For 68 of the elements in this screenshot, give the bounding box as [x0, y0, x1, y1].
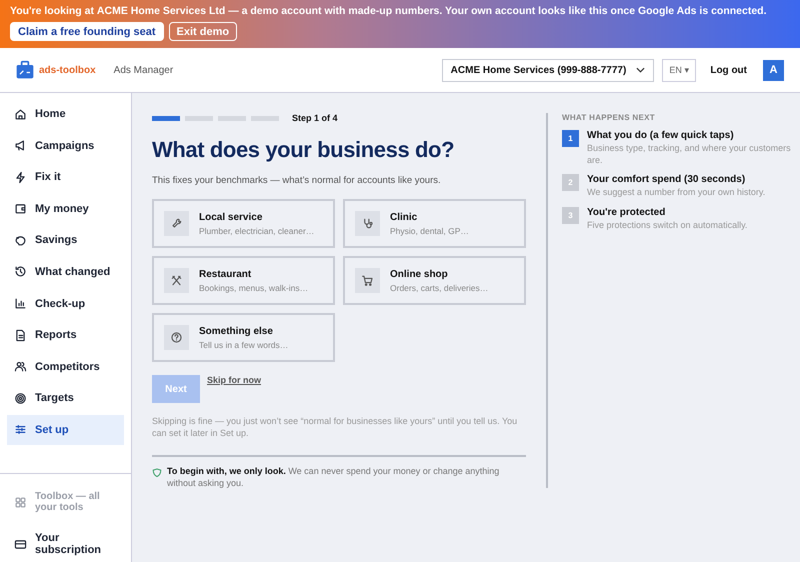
sidebar-item[interactable]: Campaigns — [7, 130, 124, 161]
sidebar-item[interactable]: Savings — [7, 225, 124, 256]
option-title: Online shop — [390, 268, 449, 280]
logo-text: ads-toolbox — [39, 64, 96, 76]
step-title: Your comfort spend (30 seconds) — [587, 174, 746, 186]
option-hint: Bookings, menus, walk-ins… — [199, 282, 308, 292]
sidebar-item[interactable]: Set up — [7, 414, 124, 445]
card-icon — [14, 538, 27, 550]
business-type-option[interactable]: Clinic Physio, dental, GP… — [343, 199, 526, 248]
sidebar-item[interactable]: Home — [7, 99, 124, 129]
cart-icon — [355, 268, 380, 293]
option-hint: Physio, dental, GP… — [390, 226, 469, 236]
business-type-option[interactable]: Something else Tell us in a few words… — [152, 313, 335, 362]
skip-link[interactable]: Skip for now — [207, 375, 261, 385]
people-icon — [14, 360, 27, 374]
option-hint: Plumber, electrician, cleaner… — [199, 226, 314, 236]
panel-heading: WHAT HAPPENS NEXT — [562, 113, 656, 122]
grid-icon — [14, 496, 27, 508]
wrench-icon — [164, 211, 189, 236]
bar-chart-icon — [14, 297, 27, 310]
question-icon — [164, 325, 189, 350]
sidebar-item[interactable]: Check-up — [7, 288, 124, 319]
sidebar-item[interactable]: Reports — [7, 320, 124, 350]
sliders-icon — [14, 423, 27, 436]
business-type-option[interactable]: Online shop Orders, carts, deliveries… — [343, 256, 526, 305]
business-type-option[interactable]: Restaurant Bookings, menus, walk-ins… — [152, 256, 335, 305]
claim-seat-button[interactable]: Claim a free founding seat — [10, 22, 164, 41]
step-number: 1 — [562, 130, 579, 147]
target-icon — [14, 392, 27, 405]
language-dropdown[interactable]: EN ▾ — [662, 58, 696, 82]
shield-icon — [152, 468, 162, 478]
sidebar-item[interactable]: My money — [7, 194, 124, 224]
step-description: Business type, tracking, and where your customers are. — [587, 143, 792, 166]
sidebar-item[interactable]: Competitors — [7, 352, 124, 382]
chevron-down-icon — [636, 67, 646, 73]
sidebar-item[interactable]: What changed — [7, 256, 124, 287]
sidebar-item[interactable]: Fix it — [7, 162, 124, 192]
account-dropdown[interactable]: ACME Home Services (999-888-7777) — [442, 58, 654, 82]
skip-note: Skipping is fine — you just won’t see “normal for businesses like yours” until you tell us. You can set it later in Set up. — [152, 415, 518, 440]
step-title: You're protected — [587, 207, 666, 218]
toolbox-icon — [15, 60, 35, 80]
option-title: Restaurant — [199, 268, 252, 280]
option-hint: Tell us in a few words… — [199, 340, 288, 350]
step-description: We suggest a number from your own history. — [587, 187, 766, 200]
option-title: Local service — [199, 212, 264, 222]
sidebar-item[interactable]: Targets — [7, 383, 124, 414]
business-type-option[interactable]: Local service Plumber, electrician, cleaner… — [152, 199, 335, 248]
home-icon — [14, 108, 27, 120]
page-subtitle: This fixes your benchmarks — what’s normal for accounts like yours. — [152, 175, 442, 186]
reassurance-text: To begin with, we only look. We can never spend your money or change anything without asking you. — [167, 465, 500, 490]
demo-message: You're looking at ACME Home Services Ltd — a demo account with made-up numbers. Your own account looks like this once Google Ads is connected. — [10, 5, 768, 17]
document-icon — [14, 328, 27, 342]
step-description: Five protections switch on automatically. — [587, 220, 748, 232]
product-name: Ads Manager — [114, 64, 174, 76]
option-hint: Orders, carts, deliveries… — [390, 282, 488, 292]
history-icon — [14, 265, 27, 278]
sidebar-item[interactable]: Your subscription — [7, 526, 124, 562]
wallet-icon — [14, 202, 27, 216]
user-avatar[interactable]: A — [763, 60, 784, 80]
option-title: Something else — [199, 326, 274, 336]
step-title: What you do (a few quick taps) — [587, 130, 735, 141]
step-label: Step 1 of 4 — [292, 113, 338, 123]
option-title: Clinic — [390, 212, 418, 222]
megaphone-icon — [14, 139, 27, 152]
logout-button[interactable]: Log out — [704, 64, 753, 76]
stethoscope-icon — [355, 211, 380, 236]
page-title: What does your business do? — [152, 137, 456, 163]
lightning-icon — [14, 170, 27, 184]
